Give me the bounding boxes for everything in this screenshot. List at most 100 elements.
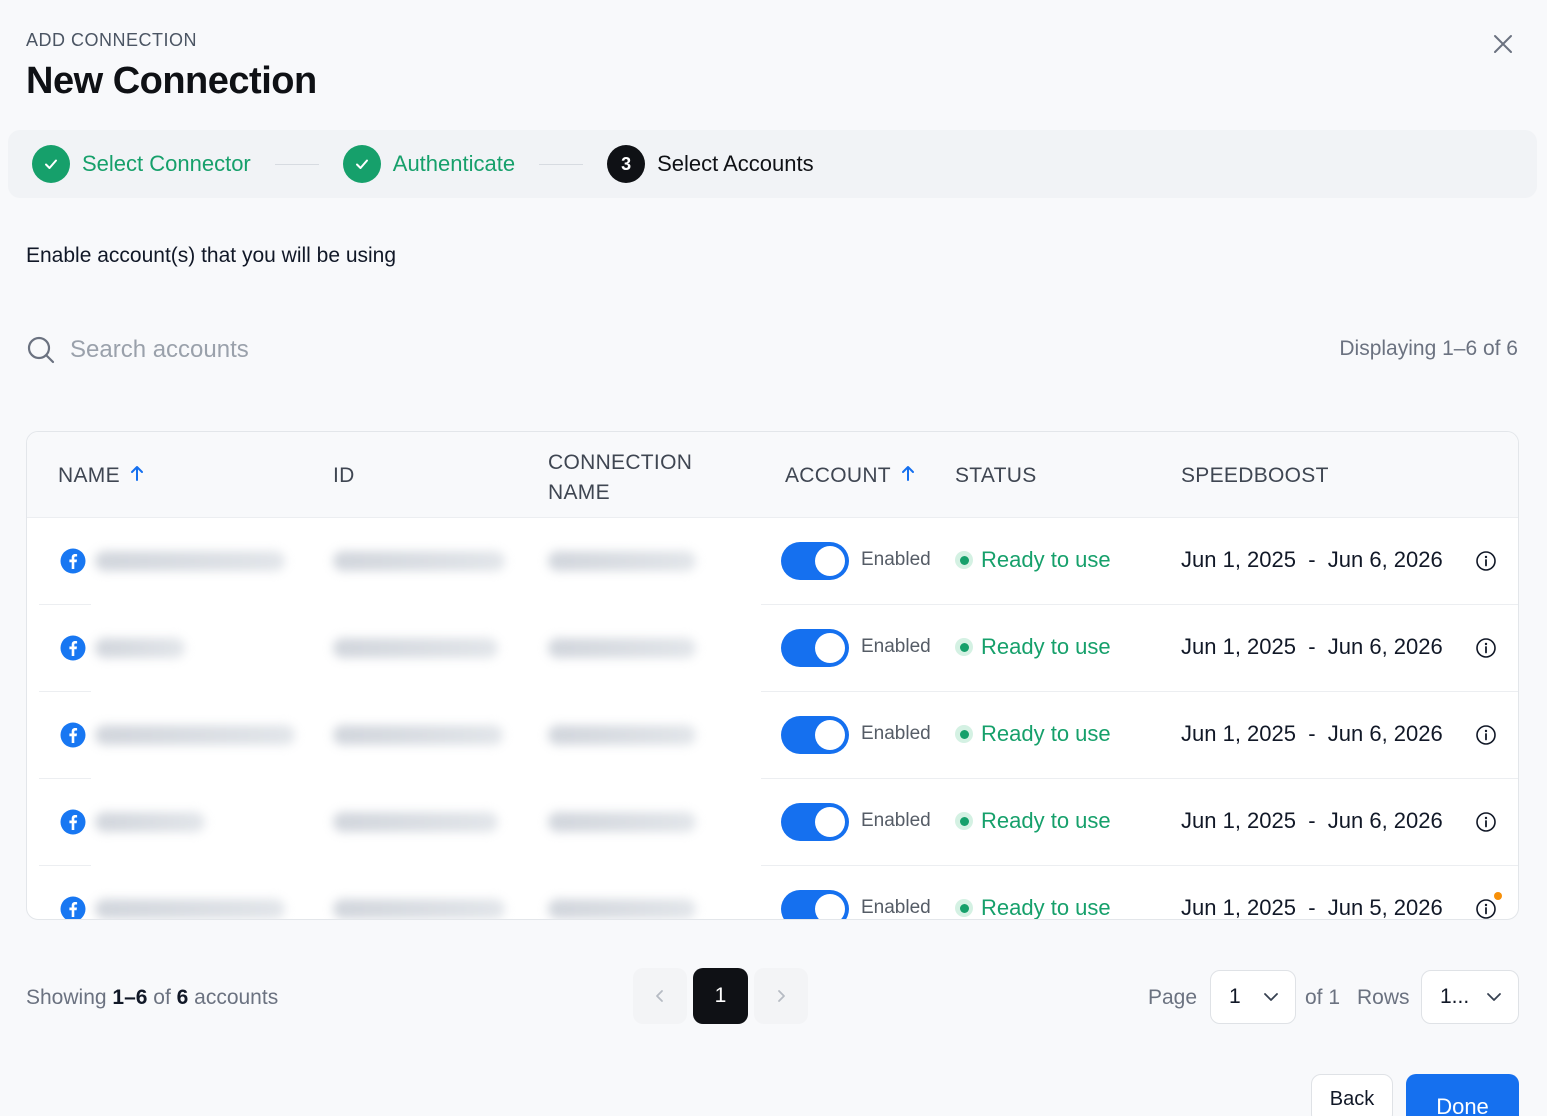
account-enable-toggle[interactable] bbox=[781, 542, 849, 580]
column-header-speedboost[interactable]: SPEEDBOOST bbox=[1181, 464, 1329, 488]
close-icon bbox=[1494, 35, 1512, 53]
chevron-down-icon bbox=[1264, 993, 1278, 1001]
redacted-account-name bbox=[95, 551, 285, 571]
rows-select-value: 1... bbox=[1440, 985, 1470, 1008]
account-enable-toggle[interactable] bbox=[781, 890, 849, 919]
step-label: Select Accounts bbox=[657, 151, 814, 176]
redacted-connection-name bbox=[548, 899, 696, 919]
done-button[interactable]: Done bbox=[1406, 1074, 1519, 1116]
info-icon[interactable] bbox=[1475, 811, 1497, 833]
page-label: Page bbox=[1148, 986, 1198, 1009]
redacted-account-name bbox=[95, 725, 295, 745]
status-text: Ready to use bbox=[981, 808, 1111, 833]
column-header-connection-name[interactable]: CONNECTION NAME bbox=[548, 448, 692, 508]
redacted-account-id bbox=[333, 725, 503, 745]
column-label: ACCOUNT bbox=[785, 464, 891, 487]
column-label: SPEEDBOOST bbox=[1181, 464, 1329, 487]
redacted-account-id bbox=[333, 638, 498, 658]
displaying-count: Displaying 1–6 of 6 bbox=[1339, 337, 1518, 360]
sort-arrow-up-icon[interactable] bbox=[130, 464, 144, 488]
toggle-knob bbox=[815, 546, 845, 576]
page-number-button[interactable]: 1 bbox=[693, 968, 748, 1024]
speedboost-range: Jun 1, 2025 - Jun 6, 2026 bbox=[1181, 721, 1443, 746]
account-enable-toggle[interactable] bbox=[781, 803, 849, 841]
toggle-label: Enabled bbox=[861, 810, 931, 831]
step-label: Authenticate bbox=[392, 151, 516, 176]
status-dot-icon bbox=[955, 899, 973, 917]
toggle-label: Enabled bbox=[861, 636, 931, 657]
column-label: CONNECTION bbox=[548, 451, 693, 474]
showing-suffix: accounts bbox=[188, 986, 279, 1009]
step-divider bbox=[539, 163, 584, 165]
search-icon bbox=[27, 336, 55, 364]
chevron-right-icon bbox=[778, 990, 785, 1002]
table-row: Enabled Ready to use Jun 1, 2025 - Jun 6… bbox=[27, 518, 1518, 605]
redacted-account-name bbox=[95, 638, 185, 658]
instructions-text: Enable account(s) that you will be using bbox=[26, 244, 397, 267]
toggle-knob bbox=[815, 720, 845, 750]
step-select-accounts[interactable]: 3 Select Accounts bbox=[607, 145, 814, 183]
status-dot-icon bbox=[955, 551, 973, 569]
column-label: NAME bbox=[58, 464, 120, 487]
column-header-account[interactable]: ACCOUNT bbox=[785, 464, 915, 488]
column-header-status[interactable]: STATUS bbox=[955, 464, 1037, 488]
facebook-icon bbox=[60, 722, 86, 748]
page-total: of 1 bbox=[1305, 986, 1341, 1009]
info-icon[interactable] bbox=[1475, 550, 1497, 572]
add-connection-eyebrow: ADD CONNECTION bbox=[26, 30, 198, 50]
check-icon bbox=[342, 145, 381, 183]
toggle-knob bbox=[815, 894, 845, 919]
facebook-icon bbox=[60, 809, 86, 835]
showing-range: 1–6 bbox=[112, 986, 148, 1009]
close-button[interactable] bbox=[1489, 30, 1517, 58]
account-enable-toggle[interactable] bbox=[781, 716, 849, 754]
table-header: NAME ID CONNECTION NAME ACCOUNT STATUS S… bbox=[27, 432, 1518, 518]
table-row: Enabled Ready to use Jun 1, 2025 - Jun 5… bbox=[27, 866, 1518, 920]
status-text: Ready to use bbox=[981, 895, 1111, 920]
back-button[interactable]: Back bbox=[1311, 1074, 1393, 1116]
chevron-left-icon bbox=[656, 990, 663, 1002]
info-icon[interactable] bbox=[1475, 898, 1497, 920]
showing-summary: Showing 1–6 of 6 accounts bbox=[26, 986, 278, 1010]
sort-arrow-up-icon[interactable] bbox=[901, 464, 915, 488]
step-authenticate[interactable]: Authenticate bbox=[342, 145, 516, 183]
status-badge: Ready to use bbox=[955, 895, 1111, 920]
rows-per-page-select[interactable]: 1... bbox=[1421, 970, 1519, 1024]
redacted-connection-name bbox=[548, 551, 696, 571]
column-header-id[interactable]: ID bbox=[333, 464, 355, 488]
redacted-connection-name bbox=[548, 812, 696, 832]
table-row: Enabled Ready to use Jun 1, 2025 - Jun 6… bbox=[27, 692, 1518, 779]
toggle-knob bbox=[815, 807, 845, 837]
status-dot-icon bbox=[955, 725, 973, 743]
column-header-name[interactable]: NAME bbox=[58, 464, 144, 488]
info-icon[interactable] bbox=[1475, 724, 1497, 746]
toggle-label: Enabled bbox=[861, 897, 931, 918]
status-text: Ready to use bbox=[981, 634, 1111, 659]
step-label: Select Connector bbox=[82, 151, 251, 176]
search-input[interactable] bbox=[70, 336, 430, 364]
notification-dot bbox=[1494, 892, 1502, 900]
info-icon[interactable] bbox=[1475, 637, 1497, 659]
column-label: ID bbox=[333, 464, 355, 487]
status-text: Ready to use bbox=[981, 547, 1111, 572]
status-dot-icon bbox=[955, 812, 973, 830]
rows-label: Rows bbox=[1357, 986, 1410, 1009]
chevron-down-icon bbox=[1487, 993, 1501, 1001]
step-select-connector[interactable]: Select Connector bbox=[32, 145, 251, 183]
column-label: NAME bbox=[548, 481, 610, 504]
facebook-icon bbox=[60, 548, 86, 574]
page-select[interactable]: 1 bbox=[1210, 970, 1296, 1024]
speedboost-range: Jun 1, 2025 - Jun 6, 2026 bbox=[1181, 634, 1443, 659]
stepper: Select Connector Authenticate 3 Select A… bbox=[8, 130, 1537, 198]
account-enable-toggle[interactable] bbox=[781, 629, 849, 667]
speedboost-range: Jun 1, 2025 - Jun 6, 2026 bbox=[1181, 547, 1443, 572]
accounts-table: NAME ID CONNECTION NAME ACCOUNT STATUS S… bbox=[26, 431, 1519, 920]
redacted-account-name bbox=[95, 812, 205, 832]
status-text: Ready to use bbox=[981, 721, 1111, 746]
page-title: New Connection bbox=[26, 60, 317, 102]
showing-prefix: Showing bbox=[26, 986, 113, 1009]
prev-page-button[interactable] bbox=[633, 968, 687, 1024]
facebook-icon bbox=[60, 635, 86, 661]
step-divider bbox=[274, 163, 319, 165]
next-page-button[interactable] bbox=[754, 968, 808, 1024]
